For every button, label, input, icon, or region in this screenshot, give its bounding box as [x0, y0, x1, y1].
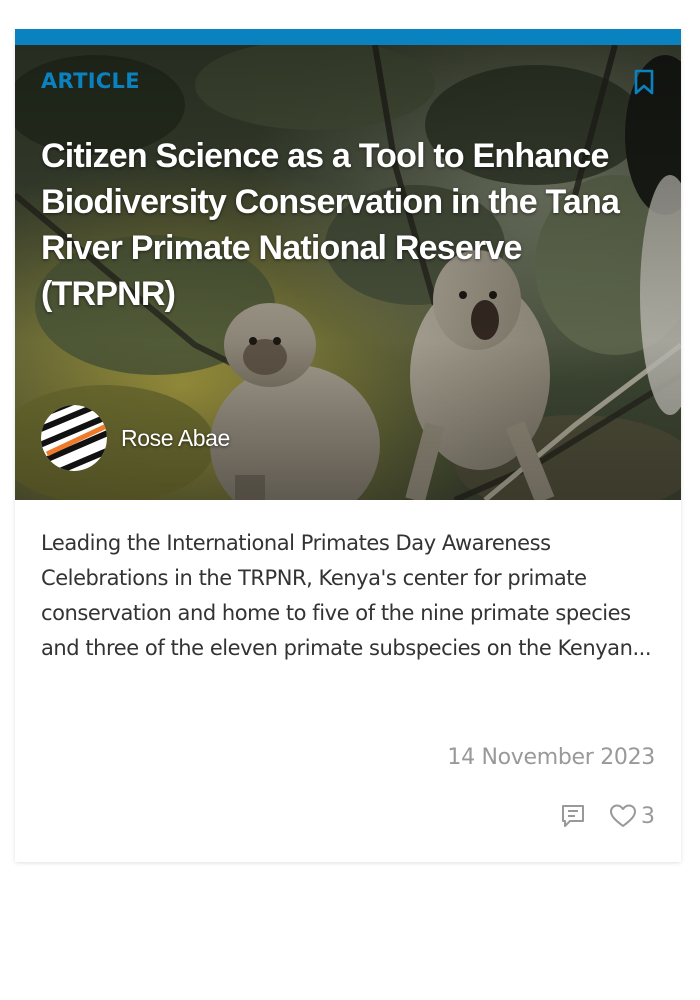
hero-image[interactable]: ARTICLE Citizen Science as a Tool to Enh… [15, 45, 681, 500]
publish-date: 14 November 2023 [447, 745, 655, 770]
card-accent-bar [15, 29, 681, 45]
author-avatar[interactable] [41, 405, 107, 471]
card-actions: 3 [559, 801, 655, 831]
article-excerpt: Leading the International Primates Day A… [41, 531, 652, 660]
category-label: ARTICLE [41, 69, 140, 93]
article-card[interactable]: ARTICLE Citizen Science as a Tool to Enh… [15, 29, 681, 862]
comment-icon[interactable] [559, 802, 587, 830]
like-button[interactable]: 3 [609, 803, 655, 829]
bookmark-icon[interactable] [633, 69, 655, 95]
article-title[interactable]: Citizen Science as a Tool to Enhance Bio… [41, 133, 641, 317]
author-name[interactable]: Rose Abae [121, 425, 230, 452]
like-count: 3 [641, 803, 655, 829]
heart-icon[interactable] [609, 803, 637, 829]
author-info[interactable]: Rose Abae [41, 405, 230, 471]
